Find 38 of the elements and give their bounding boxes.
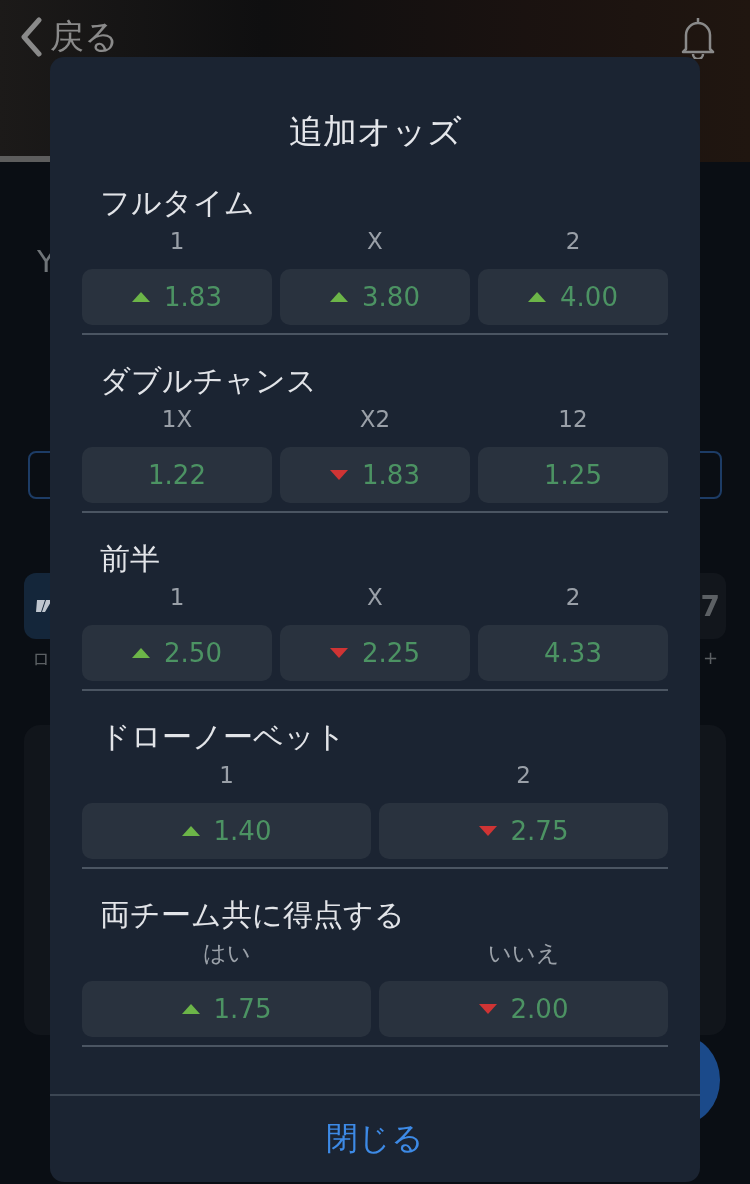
back-chevron-icon bbox=[18, 17, 44, 57]
odds-button[interactable]: 1.83 bbox=[280, 447, 470, 503]
odds-button[interactable]: 1.83 bbox=[82, 269, 272, 325]
outcome-label: 2 bbox=[564, 583, 582, 612]
odds-button[interactable]: 1.25 bbox=[478, 447, 668, 503]
odds-button[interactable]: 2.50 bbox=[82, 625, 272, 681]
odds-button[interactable]: 2.25 bbox=[280, 625, 470, 681]
outcome-label: 2 bbox=[564, 227, 582, 256]
odds-button[interactable]: 4.33 bbox=[478, 625, 668, 681]
outcome-label: X2 bbox=[358, 405, 392, 434]
card-value: 7 bbox=[700, 589, 720, 623]
outcome-label: 1 bbox=[218, 761, 235, 790]
odds-button[interactable]: 1.75 bbox=[82, 981, 371, 1037]
outcome-label: 1X bbox=[160, 405, 194, 434]
outcome-label: 2 bbox=[515, 761, 532, 790]
outcome-label: X bbox=[366, 583, 384, 612]
market-title: フルタイム bbox=[100, 184, 256, 222]
card-caption: ロ bbox=[31, 647, 51, 671]
outcome-label: 1 bbox=[168, 227, 186, 256]
odds-button[interactable]: 3.80 bbox=[280, 269, 470, 325]
odds-button[interactable]: 1.40 bbox=[82, 803, 371, 859]
odds-button[interactable]: 2.00 bbox=[379, 981, 668, 1037]
outcome-label: 1 bbox=[168, 583, 186, 612]
back-button[interactable]: 戻る bbox=[18, 14, 119, 60]
outcome-label: 12 bbox=[557, 405, 589, 434]
outcome-label: はい bbox=[201, 939, 252, 968]
market-title: 前半 bbox=[100, 540, 161, 578]
card-caption: + bbox=[701, 647, 719, 668]
dialog-title: 追加オッズ bbox=[287, 110, 463, 153]
outcome-label: いいえ bbox=[486, 939, 561, 968]
odds-button[interactable]: 2.75 bbox=[379, 803, 668, 859]
close-button[interactable]: 閉じる bbox=[316, 1113, 434, 1165]
odds-button[interactable]: 4.00 bbox=[478, 269, 668, 325]
market-title: 両チーム共に得点する bbox=[100, 896, 406, 934]
odds-button[interactable]: 1.22 bbox=[82, 447, 272, 503]
market-title: ダブルチャンス bbox=[100, 362, 318, 400]
outcome-label: X bbox=[366, 227, 384, 256]
market-title: ドローノーベット bbox=[100, 718, 347, 756]
